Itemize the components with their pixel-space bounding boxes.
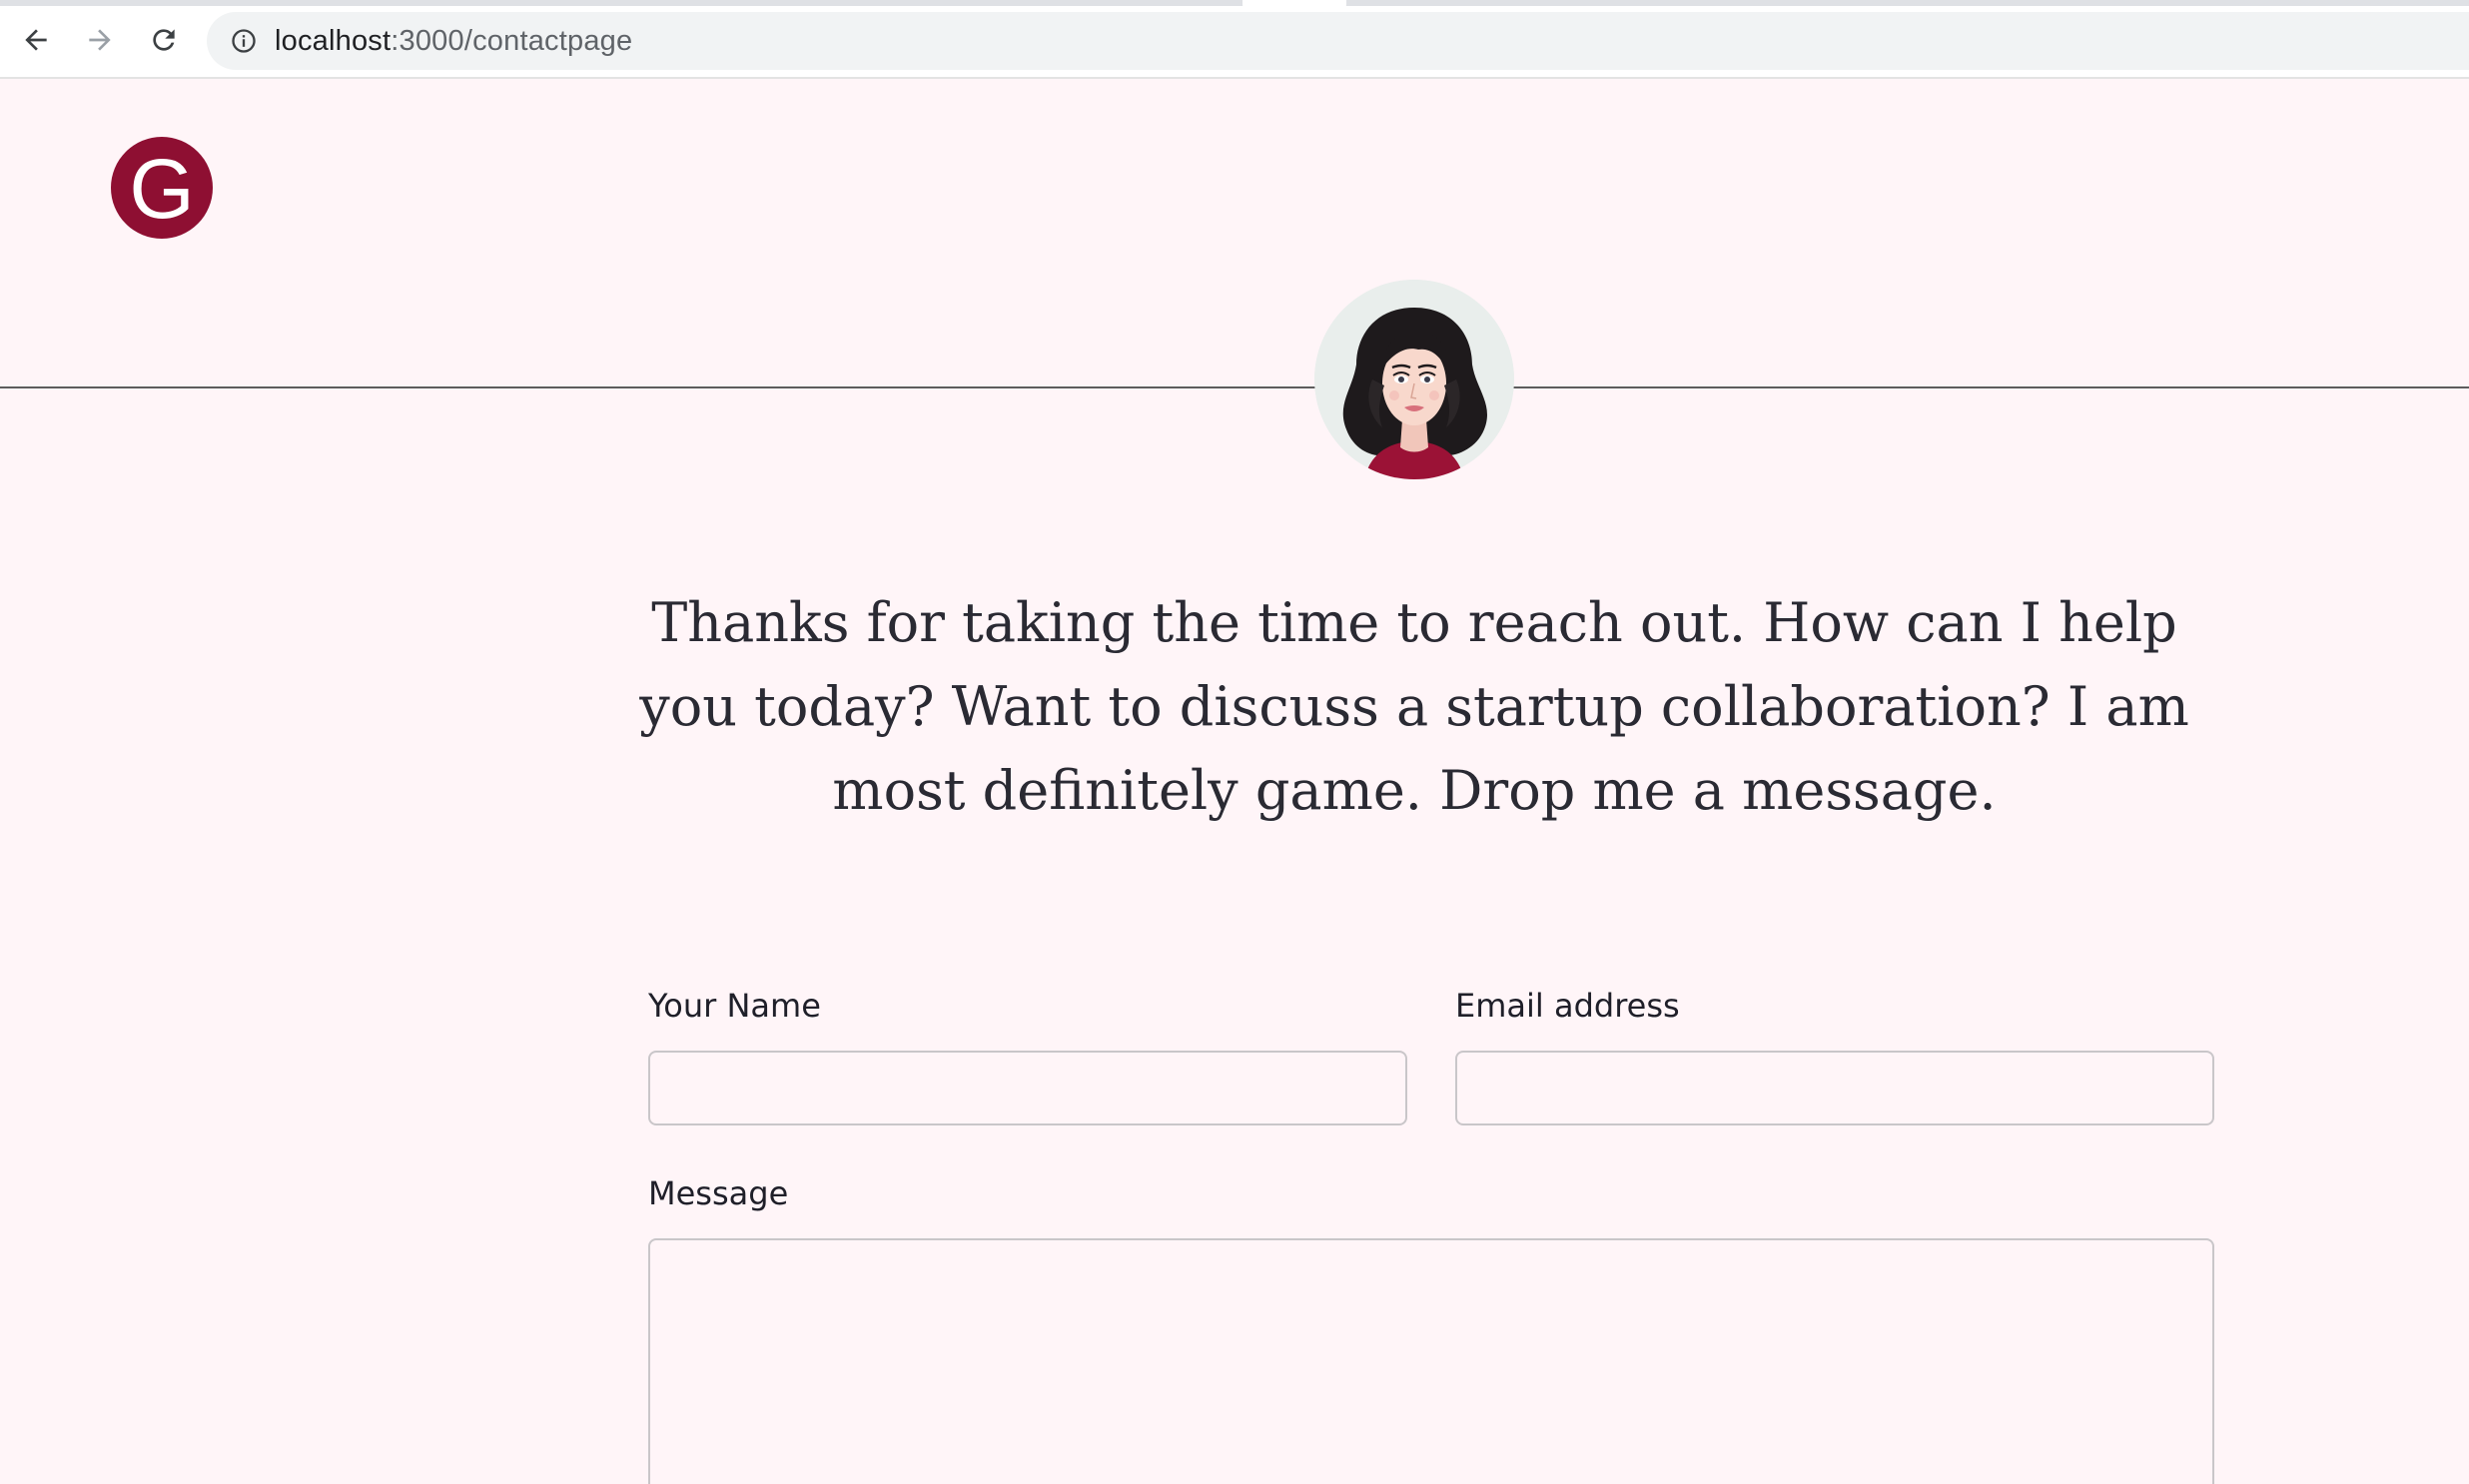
header-divider <box>0 386 2469 388</box>
email-label: Email address <box>1455 987 1680 1025</box>
tab-strip <box>0 0 2469 14</box>
name-label: Your Name <box>648 987 821 1025</box>
url-path: :3000/contactpage <box>391 24 633 57</box>
message-textarea[interactable] <box>648 1238 2214 1484</box>
forward-button[interactable] <box>78 20 122 64</box>
name-input[interactable] <box>648 1051 1407 1125</box>
browser-toolbar: localhost:3000/contactpage <box>0 0 2469 79</box>
address-bar[interactable]: localhost:3000/contactpage <box>207 12 2469 70</box>
avatar <box>1314 280 1514 479</box>
intro-text: Thanks for taking the time to reach out.… <box>639 591 2189 822</box>
back-button[interactable] <box>14 20 58 64</box>
arrow-right-icon <box>84 24 116 60</box>
reload-button[interactable] <box>142 20 186 64</box>
email-input[interactable] <box>1455 1051 2214 1125</box>
arrow-left-icon <box>20 24 52 60</box>
url-host: localhost <box>275 24 392 57</box>
avatar-illustration <box>1314 280 1514 479</box>
page-root: localhost:3000/contactpage G Thanks for… <box>0 0 2469 1484</box>
reload-icon <box>148 24 180 60</box>
site-logo[interactable]: G <box>111 137 213 239</box>
message-label: Message <box>648 1174 789 1212</box>
logo-letter: G <box>129 142 195 236</box>
info-icon[interactable] <box>229 26 259 56</box>
